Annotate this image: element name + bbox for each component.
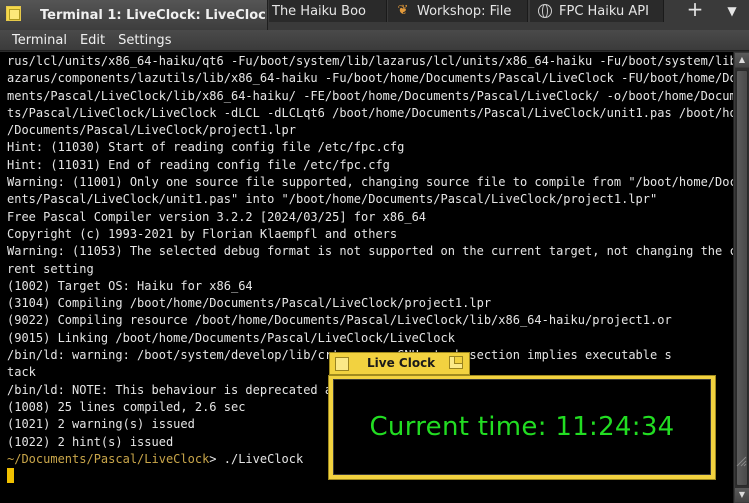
globe-icon: [538, 4, 552, 18]
terminal-line: Warning: (11053) The selected debug form…: [7, 244, 733, 259]
tab-haiku-book[interactable]: The Haiku Boo: [269, 0, 387, 22]
terminal-line: Free Pascal Compiler version 3.2.2 [2024…: [7, 209, 427, 224]
terminal-line: Copyright (c) 1993-2021 by Florian Klaem…: [7, 226, 398, 241]
menu-edit[interactable]: Edit: [74, 33, 111, 48]
scroll-thumb[interactable]: [736, 70, 748, 486]
terminal-line: ts/Pascal/LiveClock/LiveClock -dLCL -dLC…: [7, 105, 733, 120]
terminal-line: rus/lcl/units/x86_64-haiku/qt6 -Fu/boot/…: [7, 54, 733, 68]
scroll-up-arrow-icon[interactable]: ▲: [735, 53, 749, 67]
resize-grip-icon[interactable]: [735, 455, 747, 467]
terminal-line: Hint: (11031) End of reading config file…: [7, 157, 390, 172]
liveclock-content: Current time: 11:24:34: [333, 379, 711, 475]
terminal-line: Warning: (11001) Only one source file su…: [7, 175, 733, 190]
current-time-label: Current time: 11:24:34: [369, 412, 675, 442]
prompt-command: > ./LiveClock: [209, 451, 304, 466]
menu-settings[interactable]: Settings: [112, 33, 177, 48]
terminal-line: Hint: (11030) Start of reading config fi…: [7, 140, 405, 155]
prompt-path: ~/Documents/Pascal/LiveClock: [7, 451, 210, 466]
terminal-line: ments/Pascal/LiveClock/lib/x86_64-haiku/…: [7, 88, 733, 103]
tab-workshop-file[interactable]: ❦ Workshop: File: [388, 0, 528, 22]
tab-label: Terminal 1: LiveClock: LiveClock: [40, 7, 268, 23]
tab-terminal-liveclock[interactable]: Terminal 1: LiveClock: LiveClock: [0, 0, 268, 30]
menu-bar: Terminal Edit Settings: [0, 30, 749, 51]
window-close-icon[interactable]: [6, 6, 21, 21]
haiku-leaf-icon: ❦: [397, 3, 409, 18]
liveclock-title-tab[interactable]: Live Clock: [329, 352, 470, 375]
tab-bar: Terminal 1: LiveClock: LiveClock The Hai…: [0, 0, 749, 30]
liveclock-title: Live Clock: [367, 356, 436, 370]
terminal-line: /Documents/Pascal/LiveClock/project1.lpr: [7, 123, 296, 138]
tabs-menu-arrow-icon[interactable]: ▼: [724, 4, 740, 18]
window-close-icon[interactable]: [335, 357, 349, 371]
vertical-scrollbar[interactable]: ▲ ▼: [733, 52, 749, 503]
terminal-line: azarus/components/lazutils/lib/x86_64-ha…: [7, 71, 733, 86]
menu-terminal[interactable]: Terminal: [6, 33, 73, 48]
tab-label: FPC Haiku API: [559, 3, 649, 19]
new-tab-button[interactable]: +: [680, 0, 710, 20]
terminal-line: (9022) Compiling resource /boot/home/Doc…: [7, 313, 672, 328]
tab-label: The Haiku Boo: [272, 3, 366, 19]
terminal-line: (3104) Compiling /boot/home/Documents/Pa…: [7, 296, 492, 311]
tab-fpc-haiku-api[interactable]: FPC Haiku API: [530, 0, 664, 22]
text-cursor: [7, 468, 14, 484]
tab-bar-strip: [268, 22, 749, 30]
terminal-line: ents/Pascal/LiveClock/unit1.pas" into "/…: [7, 192, 658, 207]
scroll-down-arrow-icon[interactable]: ▼: [735, 488, 749, 502]
window-zoom-icon[interactable]: [449, 356, 465, 371]
terminal-line: (9015) Linking /boot/home/Documents/Pasc…: [7, 330, 455, 345]
scroll-track[interactable]: [735, 68, 749, 488]
terminal-line: rent setting: [7, 261, 94, 276]
terminal-line: (1002) Target OS: Haiku for x86_64: [7, 278, 253, 293]
tab-label: Workshop: File: [417, 3, 512, 19]
